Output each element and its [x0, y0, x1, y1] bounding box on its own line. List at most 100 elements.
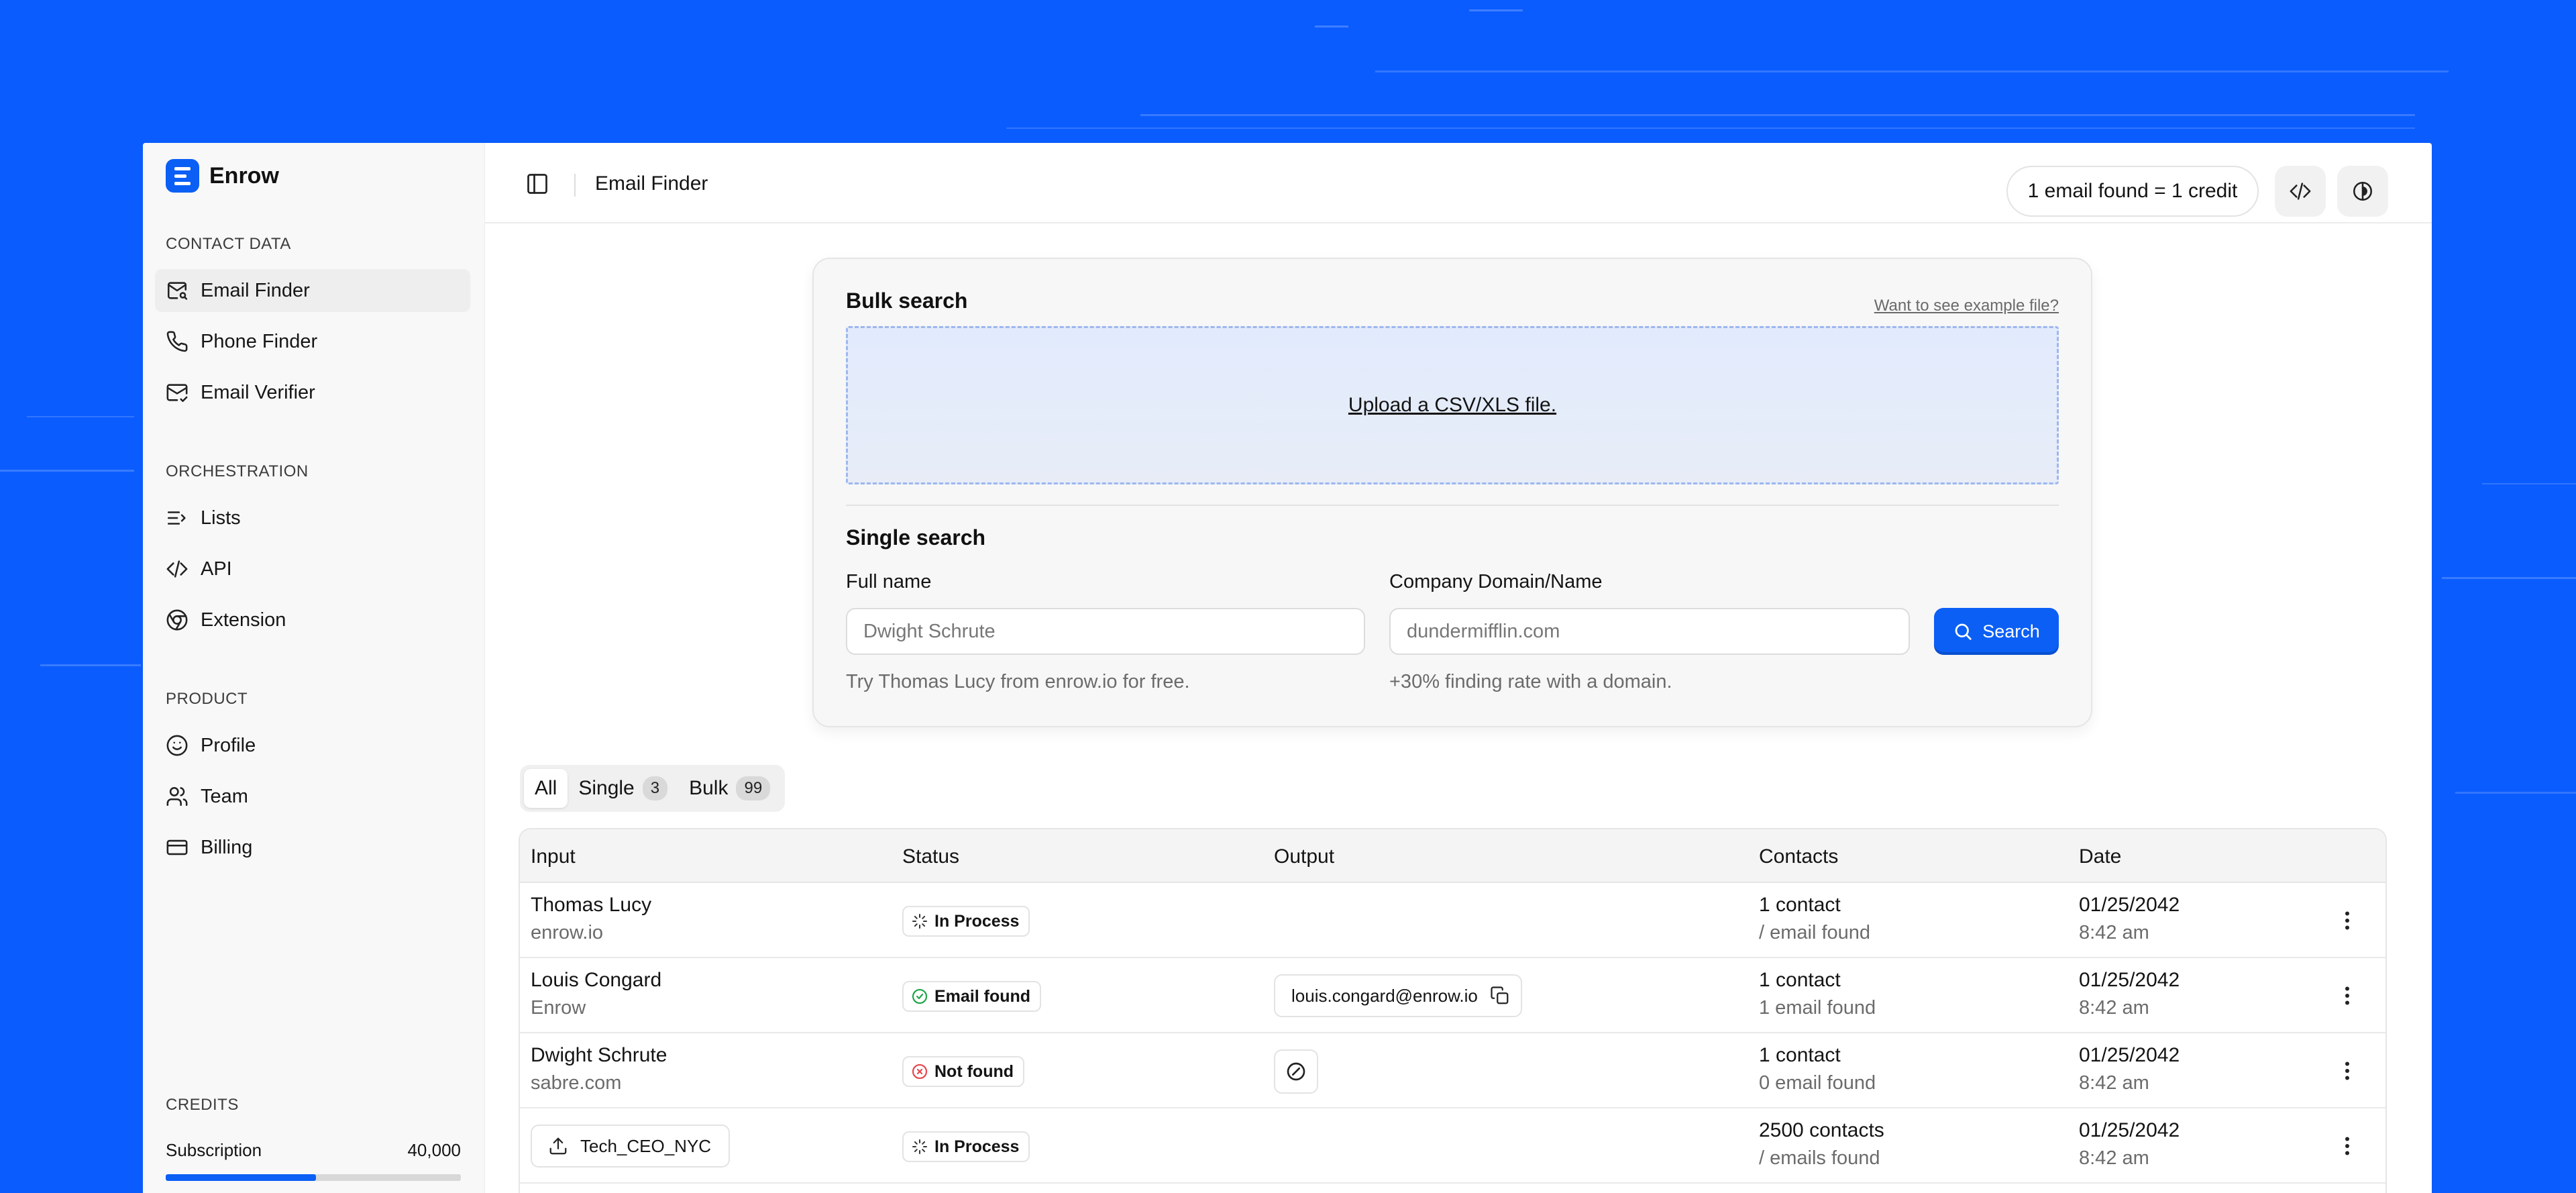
table-row[interactable]: Thomas Lucy enrow.io In Process 1 contac…	[520, 883, 2385, 958]
status-text: Not found	[934, 1061, 1014, 1081]
tab-label: All	[535, 777, 557, 799]
column-header-status: Status	[902, 845, 960, 868]
results-table: Input Status Output Contacts Date Thomas…	[519, 828, 2387, 1193]
company-input[interactable]: dundermifflin.com	[1389, 608, 1910, 655]
search-button[interactable]: Search	[1934, 608, 2059, 655]
contacts-count: 1 contact	[1759, 894, 1841, 916]
theme-toggle-button[interactable]	[2337, 166, 2388, 217]
sidebar-item-label: Lists	[201, 507, 241, 529]
subscription-progress-fill	[166, 1174, 317, 1181]
date: 01/25/2042	[2079, 1044, 2180, 1066]
status-text: In Process	[934, 1137, 1020, 1156]
sidebar-item-phone-finder[interactable]: Phone Finder	[155, 320, 470, 363]
example-file-link[interactable]: Want to see example file?	[1874, 297, 2059, 315]
subscription-label: Subscription	[166, 1140, 262, 1160]
search-button-label: Search	[1982, 621, 2040, 641]
sidebar-item-api[interactable]: API	[155, 548, 470, 590]
input-name: Thomas Lucy	[531, 894, 652, 916]
upload-dropzone[interactable]: Upload a CSV/XLS file.	[846, 326, 2059, 484]
emails-found: / emails found	[1759, 1147, 1880, 1169]
ban-icon	[1287, 1062, 1305, 1081]
tab-bulk[interactable]: Bulk 99	[678, 769, 781, 808]
status-badge: Email found	[902, 981, 1042, 1012]
table-row[interactable]: Dwight Schrute sabre.com Not found 1 con…	[520, 1033, 2385, 1108]
upload-icon	[549, 1137, 567, 1155]
sidebar-item-email-finder[interactable]: Email Finder	[155, 269, 470, 312]
full-name-input[interactable]: Dwight Schrute	[846, 608, 1365, 655]
brand[interactable]: Enrow	[166, 159, 279, 193]
search-icon	[1955, 623, 1972, 640]
sidebar-item-label: Team	[201, 785, 248, 807]
history-tabs: All Single 3 Bulk 99	[520, 765, 786, 812]
tab-label: Single	[578, 777, 635, 799]
card-divider	[846, 505, 2059, 506]
sidebar-item-email-verifier[interactable]: Email Verifier	[155, 371, 470, 414]
contacts-count: 2500 contacts	[1759, 1119, 1884, 1141]
output-email: louis.congard@enrow.io	[1291, 985, 1478, 1006]
mail-check-icon	[166, 384, 188, 403]
sidebar-item-extension[interactable]: Extension	[155, 599, 470, 641]
chrome-icon	[166, 609, 188, 631]
emails-found: 1 email found	[1759, 997, 1876, 1019]
time: 8:42 am	[2079, 1072, 2149, 1094]
output-email-chip[interactable]: louis.congard@enrow.io	[1274, 974, 1522, 1017]
column-header-input: Input	[531, 845, 576, 868]
topbar-divider	[574, 174, 576, 197]
credit-card-icon	[166, 839, 188, 855]
search-card: Bulk search Want to see example file? Up…	[812, 258, 2092, 727]
contacts-count: 1 contact	[1759, 969, 1841, 991]
sidebar-item-team[interactable]: Team	[155, 775, 470, 818]
smile-icon	[166, 735, 188, 756]
emails-found: 0 email found	[1759, 1072, 1876, 1094]
code-icon	[2290, 183, 2311, 200]
table-row[interactable]: Louis Congard Enrow Email found louis.co…	[520, 958, 2385, 1033]
more-options-icon[interactable]	[2335, 984, 2359, 1008]
sidebar-item-profile[interactable]: Profile	[155, 724, 470, 767]
mail-search-icon	[167, 282, 188, 300]
sidebar-item-lists[interactable]: Lists	[155, 497, 470, 539]
sidebar-item-label: Email Verifier	[201, 381, 315, 403]
list-icon	[167, 511, 186, 525]
more-options-icon[interactable]	[2335, 909, 2359, 933]
sidebar-toggle-icon[interactable]	[525, 172, 549, 196]
status-badge: In Process	[902, 906, 1030, 937]
sidebar: Enrow CONTACT DATA Email Finder Phone Fi…	[143, 143, 484, 1193]
tab-count-badge: 99	[736, 776, 771, 800]
company-hint: +30% finding rate with a domain.	[1389, 671, 1672, 692]
input-domain: Enrow	[531, 997, 586, 1019]
input-name: Louis Congard	[531, 969, 662, 991]
input-domain: sabre.com	[531, 1072, 622, 1094]
subscription-credits: Subscription 40,000	[166, 1140, 461, 1161]
enrow-logo-icon	[166, 159, 199, 193]
status-text: Email found	[934, 986, 1031, 1006]
column-header-date: Date	[2079, 845, 2122, 868]
tab-single[interactable]: Single 3	[568, 769, 678, 808]
page-title: Email Finder	[595, 172, 708, 195]
table-header: Input Status Output Contacts Date	[520, 829, 2385, 883]
time: 8:42 am	[2079, 997, 2149, 1019]
input-domain: enrow.io	[531, 922, 604, 943]
more-options-icon[interactable]	[2335, 1134, 2359, 1158]
bulk-search-title: Bulk search	[846, 289, 968, 313]
credit-info-pill: 1 email found = 1 credit	[2006, 166, 2259, 217]
column-header-contacts: Contacts	[1759, 845, 1839, 868]
contacts-count: 1 contact	[1759, 1044, 1841, 1066]
table-row[interactable]: Tech_CEO_NYC In Process 2500 contacts / …	[520, 1108, 2385, 1184]
subscription-progress-bar	[166, 1174, 461, 1181]
no-result-button[interactable]	[1274, 1049, 1318, 1094]
input-file-chip[interactable]: Tech_CEO_NYC	[531, 1125, 731, 1168]
subscription-value: 40,000	[407, 1140, 461, 1160]
input-file-name: Tech_CEO_NYC	[580, 1135, 712, 1156]
copy-icon[interactable]	[1490, 986, 1510, 1006]
api-code-button[interactable]	[2275, 166, 2326, 217]
sidebar-item-label: API	[201, 558, 232, 580]
upload-link[interactable]: Upload a CSV/XLS file.	[1348, 394, 1556, 417]
section-label-product: PRODUCT	[166, 690, 248, 708]
sidebar-item-billing[interactable]: Billing	[155, 826, 470, 869]
sidebar-item-label: Phone Finder	[201, 330, 318, 352]
more-options-icon[interactable]	[2335, 1059, 2359, 1083]
sidebar-item-label: Profile	[201, 734, 256, 756]
tab-all[interactable]: All	[524, 769, 568, 808]
tab-count-badge: 3	[642, 776, 668, 800]
topbar: Email Finder 1 email found = 1 credit	[485, 143, 2432, 223]
